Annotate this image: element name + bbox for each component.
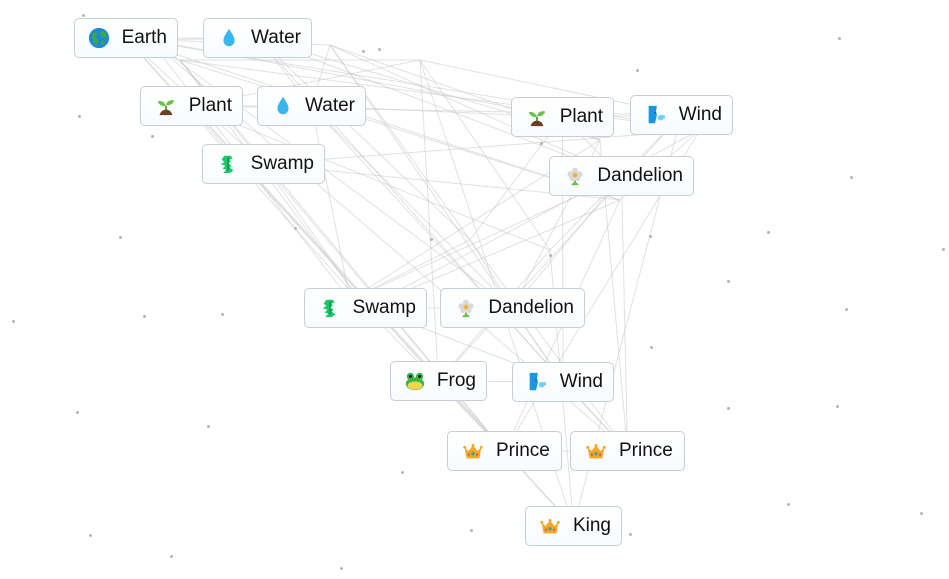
item-label: King [572, 515, 611, 536]
connection-line [419, 59, 551, 251]
background-dot [629, 533, 632, 536]
item-tile-king[interactable]: King [525, 506, 622, 546]
water-drop-icon [270, 95, 295, 117]
background-dot [294, 227, 297, 230]
item-tile-dandelion[interactable]: Dandelion [440, 288, 585, 328]
flower-icon [562, 165, 587, 187]
background-dot [378, 48, 381, 51]
item-label: Plant [559, 106, 603, 127]
item-tile-plant[interactable]: Plant [511, 97, 614, 137]
item-label: Dandelion [597, 165, 683, 186]
crafting-canvas[interactable]: Earth Water Plant Water Swamp Plant Wind… [0, 0, 949, 579]
background-dot [207, 425, 210, 428]
background-dot [151, 135, 154, 138]
background-dot [89, 534, 92, 537]
background-dot [942, 248, 945, 251]
item-tile-wind[interactable]: Wind [630, 95, 733, 135]
item-label: Prince [496, 440, 550, 461]
item-label: Earth [121, 27, 167, 48]
swamp-creature-icon [215, 153, 241, 175]
background-dot [845, 308, 848, 311]
background-dot [836, 405, 839, 408]
background-dot [401, 471, 404, 474]
background-dot [430, 238, 433, 241]
background-dot [221, 313, 224, 316]
item-label: Water [305, 95, 355, 116]
background-dot [170, 555, 173, 558]
background-dot [727, 280, 730, 283]
background-dot [850, 176, 853, 179]
swamp-creature-icon [317, 297, 343, 319]
item-tile-dandelion[interactable]: Dandelion [549, 156, 694, 196]
item-tile-water[interactable]: Water [203, 18, 312, 58]
item-tile-water[interactable]: Water [257, 86, 366, 126]
connection-line [311, 105, 513, 309]
background-dot [143, 315, 146, 318]
wind-face-icon [643, 104, 669, 126]
background-dot [787, 503, 790, 506]
crown-icon [460, 440, 486, 462]
item-tile-frog[interactable]: Frog [390, 361, 487, 401]
item-label: Prince [619, 440, 673, 461]
item-tile-prince[interactable]: Prince [570, 431, 685, 471]
connection-line [257, 37, 471, 241]
seedling-icon [524, 106, 550, 128]
background-dot [838, 37, 841, 40]
wind-face-icon [525, 371, 550, 393]
background-dot [636, 69, 639, 72]
item-tile-wind[interactable]: Wind [512, 362, 614, 402]
item-label: Swamp [352, 297, 416, 318]
background-dot [470, 529, 473, 532]
background-dot [76, 411, 79, 414]
item-tile-swamp[interactable]: Swamp [202, 144, 325, 184]
background-dot [650, 346, 653, 349]
background-dot [340, 567, 343, 570]
item-tile-prince[interactable]: Prince [447, 431, 562, 471]
item-tile-plant[interactable]: Plant [140, 86, 243, 126]
item-tile-swamp[interactable]: Swamp [304, 288, 427, 328]
background-dot [920, 512, 923, 515]
item-label: Wind [678, 104, 722, 125]
crown-icon [538, 515, 563, 537]
item-label: Dandelion [488, 297, 574, 318]
item-tile-earth[interactable]: Earth [74, 18, 178, 58]
background-dot [540, 142, 543, 145]
crown-icon [583, 440, 609, 462]
flower-icon [453, 297, 478, 319]
connection-line [329, 44, 471, 241]
earth-globe-icon [87, 27, 112, 49]
background-dot [767, 231, 770, 234]
background-dot [119, 236, 122, 239]
background-dot [549, 254, 552, 257]
background-dot [362, 50, 365, 53]
water-drop-icon [216, 27, 241, 49]
seedling-icon [153, 95, 179, 117]
connection-line [621, 175, 628, 452]
connection-line [469, 239, 628, 452]
item-label: Wind [559, 371, 603, 392]
background-dot [78, 115, 81, 118]
background-dot [12, 320, 15, 323]
background-dot [82, 14, 85, 17]
item-label: Frog [436, 370, 476, 391]
connection-line [263, 163, 366, 309]
background-dot [727, 407, 730, 410]
item-label: Water [251, 27, 301, 48]
item-label: Plant [188, 95, 232, 116]
background-dot [649, 235, 652, 238]
item-label: Swamp [250, 153, 314, 174]
frog-face-icon [403, 370, 427, 392]
